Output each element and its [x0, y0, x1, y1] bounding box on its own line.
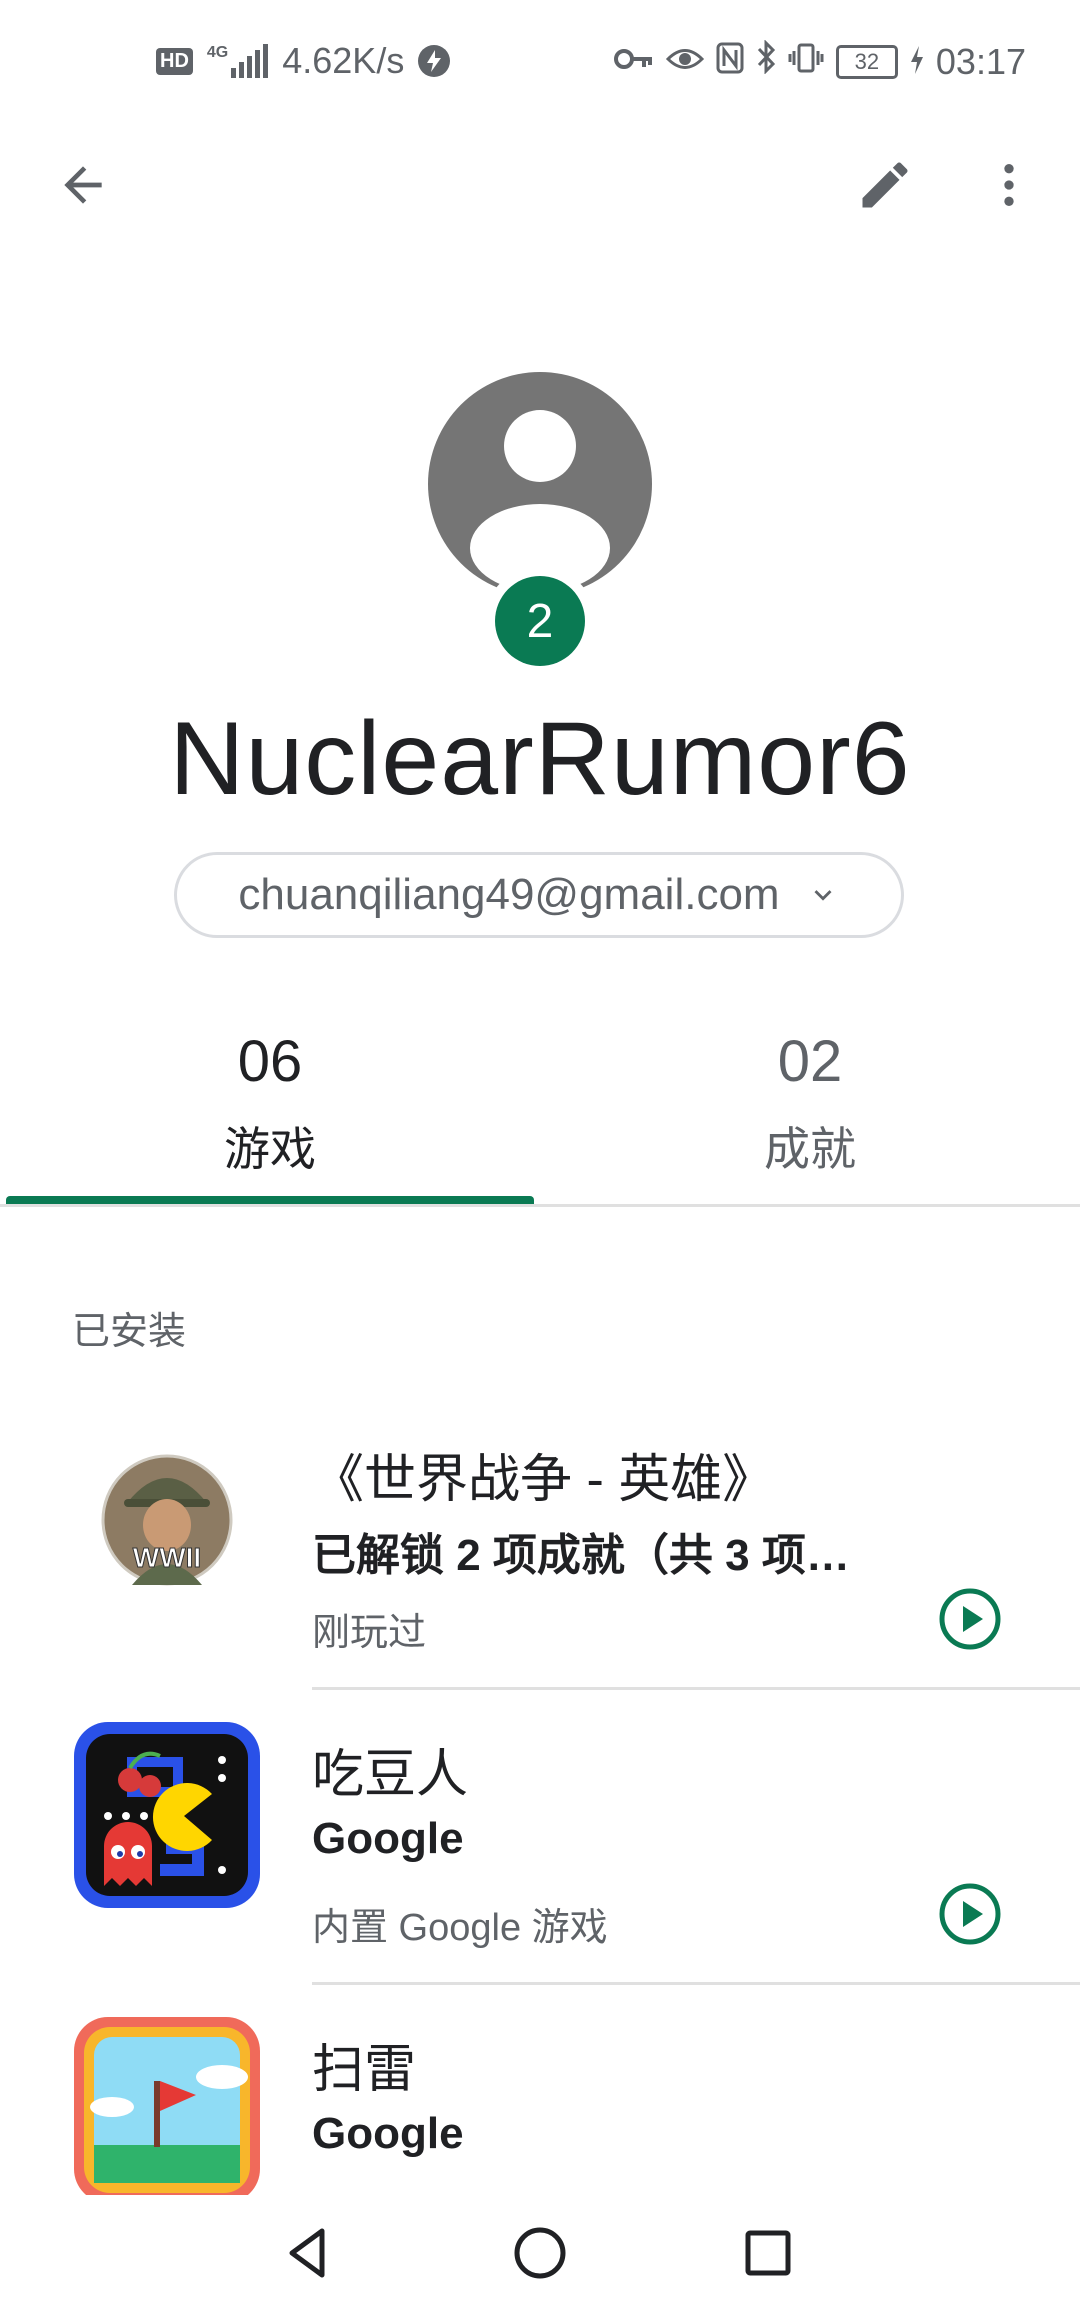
game-list: WWII 《世界战争 - 英雄》 已解锁 2 项成就（共 3 项… 刚玩过 吃豆…: [0, 1395, 1080, 2195]
list-item[interactable]: 扫雷 Google: [0, 1985, 1080, 2195]
play-button[interactable]: [936, 1880, 1004, 1948]
game-subtitle: Google: [312, 1814, 464, 1863]
games-count: 06: [237, 1029, 303, 1094]
key-icon: [613, 41, 654, 83]
nfc-icon: [716, 41, 744, 83]
clock: 03:17: [935, 40, 1026, 82]
game-subtitle: Google: [312, 2109, 464, 2158]
achievements-count: 02: [777, 1029, 843, 1094]
tab-achievements[interactable]: 02 成就: [540, 1010, 1080, 1210]
pencil-icon: [862, 162, 908, 208]
tab-games-label: 游戏: [224, 1123, 316, 1175]
tab-achievements-label: 成就: [764, 1123, 856, 1175]
chevron-down-icon: [814, 890, 832, 901]
player-name: NuclearRumor6: [169, 701, 911, 817]
status-right: 32 03:17: [613, 39, 1026, 83]
profile-tabs: 06 游戏 02 成就: [0, 1010, 1080, 1210]
list-item[interactable]: 吃豆人 Google 内置 Google 游戏: [0, 1690, 1080, 1985]
tab-indicator: [6, 1196, 534, 1204]
battery-icon: 32: [835, 44, 898, 79]
tabs-divider: [0, 1204, 1080, 1207]
bluetooth-icon: [756, 39, 776, 83]
more-vert-icon: [1004, 164, 1014, 206]
account-email: chuanqiliang49@gmail.com: [238, 870, 780, 919]
game-subtitle: 已解锁 2 项成就（共 3 项…: [312, 1531, 850, 1580]
minesweeper-icon: [72, 2015, 262, 2195]
game-title: 扫雷: [312, 2041, 417, 2099]
tab-games[interactable]: 06 游戏: [0, 1010, 540, 1210]
charging-bolt-icon: [418, 45, 451, 77]
more-options-button[interactable]: [964, 140, 1054, 230]
play-circle-icon: [939, 1588, 1001, 1650]
system-navigation-bar: [0, 2195, 1080, 2310]
nav-recents-button[interactable]: [730, 2215, 806, 2291]
nav-back-button[interactable]: [270, 2215, 346, 2291]
person-icon: [470, 410, 610, 592]
game-title: 吃豆人: [312, 1746, 469, 1804]
play-button[interactable]: [936, 1585, 1004, 1653]
triangle-back-icon: [289, 2228, 325, 2278]
list-item[interactable]: WWII 《世界战争 - 英雄》 已解锁 2 项成就（共 3 项… 刚玩过: [0, 1395, 1080, 1690]
charging-icon: [910, 41, 924, 83]
status-bar: HD 4G 4.62K/s 32 03:17: [0, 0, 1080, 120]
installed-section-heading: 已安装: [72, 1311, 187, 1353]
play-circle-icon: [939, 1883, 1001, 1945]
edit-profile-button[interactable]: [840, 140, 930, 230]
top-app-bar: [0, 120, 1080, 250]
level-number: 2: [495, 576, 585, 666]
arrow-back-icon: [64, 166, 102, 204]
signal-icon: 4G: [206, 44, 269, 78]
game-meta: 刚玩过: [312, 1612, 427, 1654]
avatar[interactable]: [428, 372, 652, 596]
status-left: HD 4G 4.62K/s: [156, 40, 451, 82]
hd-badge: HD: [156, 47, 193, 75]
network-speed: 4.62K/s: [282, 40, 405, 81]
account-switcher[interactable]: chuanqiliang49@gmail.com: [174, 852, 904, 938]
square-recents-icon: [745, 2230, 791, 2276]
vibrate-icon: [788, 41, 824, 83]
eye-icon: [665, 41, 705, 83]
network-type: 4G: [206, 44, 229, 61]
game-meta: 内置 Google 游戏: [312, 1907, 608, 1949]
pac-man-icon: [72, 1720, 262, 1910]
world-war-heroes-icon: WWII: [72, 1425, 262, 1615]
back-button[interactable]: [38, 140, 128, 230]
circle-home-icon: [514, 2227, 566, 2279]
nav-home-button[interactable]: [502, 2215, 578, 2291]
level-badge: 2: [485, 566, 595, 676]
game-title: 《世界战争 - 英雄》: [312, 1451, 775, 1509]
svg-text:WWII: WWII: [133, 1542, 201, 1573]
